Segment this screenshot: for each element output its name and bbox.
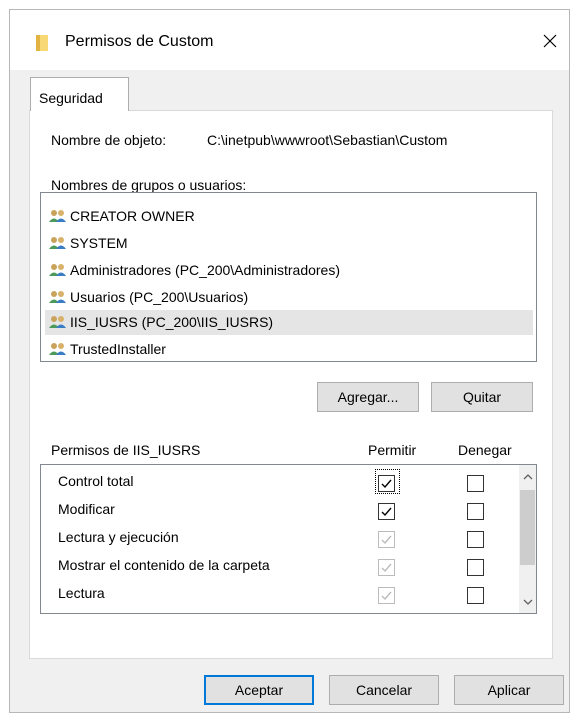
add-button[interactable]: Agregar... [317,382,419,412]
chevron-up-icon[interactable] [519,467,536,487]
deny-checkbox[interactable] [467,531,484,548]
title-bar: Permisos de Custom [10,10,569,70]
list-item-usuarios[interactable]: Usuarios (PC_200\Usuarios) [45,285,533,310]
close-icon[interactable] [542,33,558,49]
permission-row-lectura: Lectura [41,579,511,607]
list-item-iis-iusrs[interactable]: IIS_IUSRS (PC_200\IIS_IUSRS) [45,310,533,335]
user-group-icon [48,315,67,329]
user-group-icon [48,263,67,277]
permission-name: Modificar [58,501,115,517]
list-item-label: CREATOR OWNER [70,208,195,224]
object-name-label: Nombre de objeto: [51,132,167,148]
vertical-scrollbar[interactable] [519,465,536,613]
list-item-label: SYSTEM [70,235,128,251]
ok-button[interactable]: Aceptar [204,675,314,705]
chevron-down-icon[interactable] [519,592,536,612]
allow-checkbox [378,559,395,576]
list-item-label: TrustedInstaller [70,341,166,357]
list-item-label: IIS_IUSRS (PC_200\IIS_IUSRS) [70,314,274,330]
permissions-list[interactable]: Control total Modificar Lectura y ejecuc… [40,464,537,614]
close-button[interactable] [535,26,565,56]
list-item-label: Usuarios (PC_200\Usuarios) [70,289,249,305]
deny-checkbox[interactable] [467,503,484,520]
list-item-label: Administradores (PC_200\Administradores) [70,262,340,278]
deny-checkbox[interactable] [467,475,484,492]
user-group-icon [48,236,67,250]
deny-column-header: Denegar [458,442,512,458]
deny-checkbox[interactable] [467,559,484,576]
allow-checkbox [378,531,395,548]
remove-button[interactable]: Quitar [431,382,533,412]
scrollbar-thumb[interactable] [520,490,535,565]
user-group-icon [48,342,67,356]
allow-checkbox[interactable] [378,503,395,520]
permission-name: Control total [58,473,134,489]
allow-checkbox[interactable] [378,475,395,492]
permission-row-mostrar-contenido: Mostrar el contenido de la carpeta [41,551,511,579]
user-group-icon [48,290,67,304]
list-item-trustedinstaller[interactable]: TrustedInstaller [45,337,533,362]
list-item-system[interactable]: SYSTEM [45,231,533,256]
object-name-value: C:\inetpub\wwwroot\Sebastian\Custom [207,132,448,148]
window-title: Permisos de Custom [65,33,214,50]
tab-label: Seguridad [39,90,103,106]
permission-name: Mostrar el contenido de la carpeta [58,557,270,573]
permission-row-modificar: Modificar [41,495,511,523]
cancel-button[interactable]: Cancelar [329,675,439,705]
permission-row-lectura-ejecucion: Lectura y ejecución [41,523,511,551]
user-group-icon [48,209,67,223]
groups-listbox[interactable]: CREATOR OWNER SYSTEM Administradores (PC… [40,192,537,362]
folder-icon [36,35,48,51]
permission-name: Lectura y ejecución [58,529,179,545]
permission-row-control-total: Control total [41,467,511,495]
list-item-administradores[interactable]: Administradores (PC_200\Administradores) [45,258,533,283]
allow-checkbox [378,587,395,604]
permissions-label: Permisos de IIS_IUSRS [51,442,201,458]
groups-label: Nombres de grupos o usuarios: [51,177,247,193]
list-item-creator-owner[interactable]: CREATOR OWNER [45,204,533,229]
permission-name: Lectura [58,585,105,601]
apply-button[interactable]: Aplicar [454,675,564,705]
deny-checkbox[interactable] [467,587,484,604]
allow-column-header: Permitir [368,442,417,458]
tab-seguridad[interactable]: Seguridad [30,77,129,111]
